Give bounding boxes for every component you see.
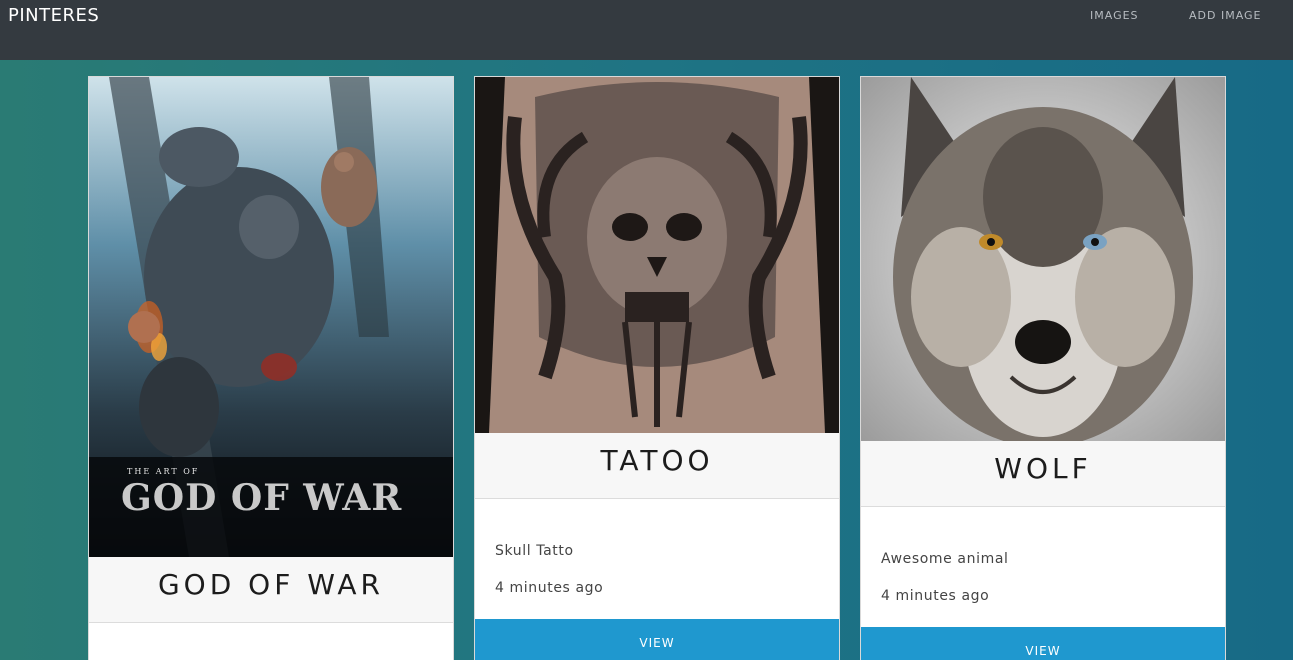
card-image[interactable] (861, 77, 1225, 441)
skull-tattoo-photo (475, 77, 839, 433)
card-image[interactable] (475, 77, 839, 433)
card-title: GOD OF WAR (89, 557, 453, 623)
nav-link-images[interactable]: IMAGES (1090, 9, 1139, 22)
image-card-god-of-war: THE ART OF GOD OF WAR GOD OF WAR (88, 76, 454, 660)
nav-link-add-image[interactable]: ADD IMAGE (1189, 9, 1262, 22)
card-timestamp: 4 minutes ago (881, 588, 990, 604)
card-timestamp: 4 minutes ago (495, 580, 604, 596)
image-card-wolf: WOLF Awesome animal 4 minutes ago VIEW (860, 76, 1226, 660)
wolf-photo (861, 77, 1225, 441)
card-title: WOLF (861, 441, 1225, 507)
card-title: TATOO (475, 433, 839, 499)
card-description: Skull Tatto (495, 543, 574, 559)
brand-logo[interactable]: PINTERES (8, 5, 99, 26)
card-image[interactable]: THE ART OF GOD OF WAR (89, 77, 453, 557)
card-description: Awesome animal (881, 551, 1009, 567)
top-navbar: PINTERES IMAGES ADD IMAGE (0, 0, 1293, 60)
artwork-logo-text: GOD OF WAR (121, 477, 403, 519)
view-button[interactable]: VIEW (861, 627, 1225, 660)
image-card-tatoo: TATOO Skull Tatto 4 minutes ago VIEW (474, 76, 840, 660)
artwork-caption-small: THE ART OF (127, 467, 200, 476)
view-button[interactable]: VIEW (475, 619, 839, 660)
